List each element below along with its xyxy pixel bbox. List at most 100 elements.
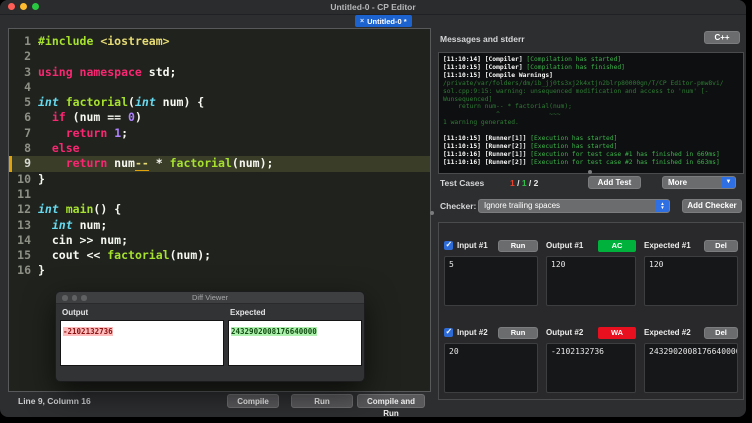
run-testcase-1-button[interactable]: Run [498, 239, 538, 252]
code-text: cin >> num; [38, 233, 128, 248]
testcase-1-input-column-header: Input #1 Run [444, 239, 538, 252]
title-bar[interactable]: Untitled-0 - CP Editor [0, 0, 746, 15]
testcase-1-expected-column-header: Expected #1 Del [644, 239, 738, 252]
expected-label: Expected #2 [644, 328, 691, 337]
code-token: <iostream> [100, 34, 170, 48]
checker-value: Ignore trailing spaces [484, 201, 561, 210]
more-dropdown[interactable]: More ▼ [662, 176, 736, 189]
output-box[interactable]: -2102132736 [546, 343, 636, 393]
code-line-12[interactable]: 12 int main() { [9, 202, 430, 217]
output-box[interactable]: 120 [546, 256, 636, 306]
console-line: return num-- * factorial(num); [443, 103, 739, 111]
verdict-badge: WA [598, 326, 636, 339]
vertical-splitter-handle[interactable] [430, 211, 434, 215]
code-line-15[interactable]: 15 cout << factorial(num); [9, 248, 430, 263]
console-token: ^ ~~~ [443, 111, 561, 119]
input-box[interactable]: 5 [444, 256, 538, 306]
console-token: [Execution has started] [530, 142, 618, 150]
delete-testcase-1-button[interactable]: Del [704, 239, 738, 252]
code-token: 0 [128, 110, 135, 125]
code-area[interactable]: 1 #include <iostream> 2 3 using namespace st… [9, 29, 430, 279]
code-line-13[interactable]: 13 int num; [9, 218, 430, 233]
console-token: [Execution for test case #2 has finished… [530, 158, 720, 166]
tab-close-icon[interactable]: × [360, 18, 364, 25]
testcase-2-boxes: 20 -2102132736 2432902008176640000 [444, 343, 738, 393]
code-line-7[interactable]: 7 return 1; [9, 126, 430, 141]
code-token: else [51, 141, 80, 156]
console-line: [11:10:15] [Runner[2]] [Execution has st… [443, 143, 739, 151]
code-token: cin >> num; [38, 232, 129, 247]
testcase-1-checkbox[interactable] [444, 240, 453, 250]
code-line-3[interactable]: 3 using namespace std; [9, 65, 430, 80]
code-token: main [65, 202, 94, 217]
input-box[interactable]: 20 [444, 343, 538, 393]
diff-viewer-window[interactable]: Diff Viewer Output Expected -2102132736 … [55, 291, 365, 382]
code-token: () { [93, 202, 122, 217]
add-test-button[interactable]: Add Test [588, 176, 641, 189]
code-text: int num; [38, 218, 107, 233]
tab-untitled-0[interactable]: × Untitled-0 * [355, 15, 412, 27]
horizontal-splitter-handle[interactable] [588, 170, 592, 174]
code-line-8[interactable]: 8 else [9, 141, 430, 156]
code-token: factorial [107, 248, 170, 263]
run-button[interactable]: Run [291, 394, 353, 408]
code-text: return 1; [38, 126, 128, 141]
console-line: Wunsequenced] [443, 96, 739, 104]
expected-box[interactable]: 120 [644, 256, 738, 306]
diff-zoom-button[interactable] [81, 295, 87, 301]
code-line-10[interactable]: 10} [9, 172, 430, 187]
testcases-area[interactable]: Input #1RunOutput #1ACExpected #1Del5120… [438, 222, 744, 400]
checker-label: Checker: [440, 201, 477, 211]
close-window-button[interactable] [8, 3, 15, 10]
code-token: using namespace [38, 64, 142, 79]
diff-minimize-button[interactable] [71, 295, 77, 301]
testcase-1-output-column-header: Output #1 AC [546, 239, 636, 252]
diff-close-button[interactable] [62, 295, 68, 301]
code-token: num; [72, 217, 108, 232]
expected-box[interactable]: 2432902008176640000 [644, 343, 738, 393]
cursor-position-status: Line 9, Column 16 [18, 396, 91, 406]
compile-button[interactable]: Compile [227, 394, 279, 408]
window-title: Untitled-0 - CP Editor [330, 2, 416, 12]
minimize-window-button[interactable] [20, 3, 27, 10]
language-button[interactable]: C++ [704, 31, 740, 44]
testcase-2-checkbox[interactable] [444, 327, 453, 337]
diff-viewer-title-bar[interactable]: Diff Viewer [56, 292, 364, 304]
delete-testcase-2-button[interactable]: Del [704, 326, 738, 339]
run-testcase-2-button[interactable]: Run [498, 326, 538, 339]
code-line-4[interactable]: 4 [9, 80, 430, 95]
code-text: using namespace std; [38, 65, 176, 80]
code-token: num [107, 156, 135, 171]
checker-dropdown[interactable]: Ignore trailing spaces ▲ ▼ [478, 199, 670, 213]
code-line-16[interactable]: 16} [9, 263, 430, 278]
code-token: } [38, 263, 45, 278]
add-checker-button[interactable]: Add Checker [682, 199, 742, 213]
code-line-2[interactable]: 2 [9, 49, 430, 64]
code-line-6[interactable]: 6 if (num == 0) [9, 110, 430, 125]
diff-expected-panel[interactable]: 2432902008176640000 [228, 320, 362, 366]
code-text: else [38, 141, 80, 156]
more-label: More [668, 178, 688, 187]
code-text: #include <iostream> [38, 34, 170, 49]
code-line-11[interactable]: 11 [9, 187, 430, 202]
testcase-1-boxes: 5 120 120 [444, 256, 738, 306]
code-token: int [38, 202, 59, 217]
diff-output-panel[interactable]: -2102132736 [60, 320, 224, 366]
code-line-9[interactable]: 9 return num-- * factorial(num); [9, 156, 430, 172]
code-line-14[interactable]: 14 cin >> num; [9, 233, 430, 248]
console-line: [11:10:15] [Runner[1]] [Execution has st… [443, 135, 739, 143]
line-number: 9 [24, 156, 31, 171]
compile-and-run-button[interactable]: Compile and Run [357, 394, 425, 418]
zoom-window-button[interactable] [32, 3, 39, 10]
console-token: [Compilation has started] [526, 56, 622, 63]
line-number: 11 [17, 186, 31, 201]
code-line-1[interactable]: 1 #include <iostream> [9, 34, 430, 49]
code-line-5[interactable]: 5 int factorial(int num) { [9, 95, 430, 110]
console-token: return num-- * factorial(num); [443, 103, 572, 111]
console-log[interactable]: [11:10:14] [Compiler] [Compilation has s… [438, 52, 744, 174]
console-token: 1 warning generated. [443, 119, 519, 127]
output-label: Output #1 [546, 241, 584, 250]
